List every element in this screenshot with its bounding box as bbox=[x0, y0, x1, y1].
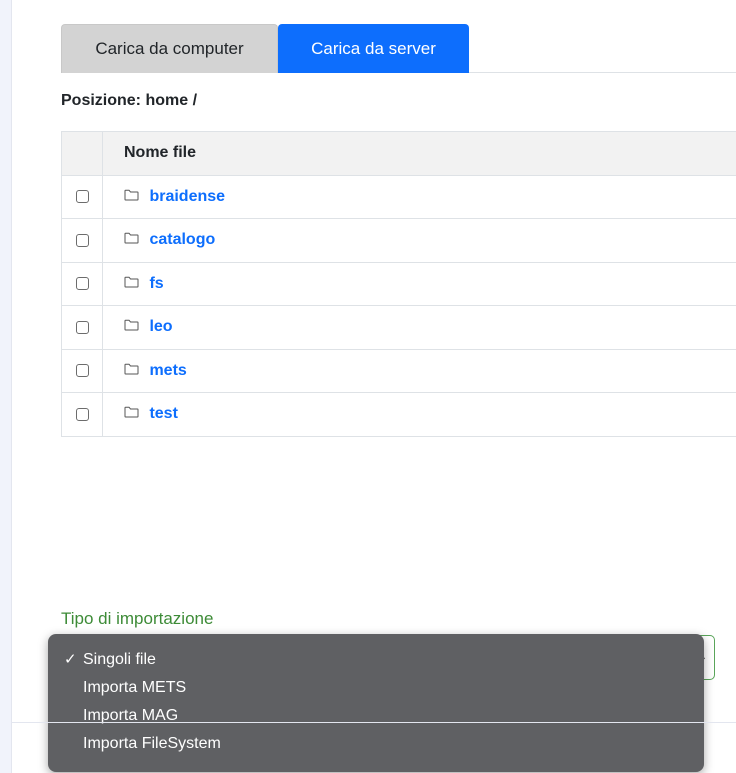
table-row: fs bbox=[61, 261, 736, 306]
row-checkbox[interactable] bbox=[75, 364, 89, 378]
upload-tabs: Carica da computer Carica da server bbox=[61, 24, 736, 73]
row-checkbox[interactable] bbox=[75, 233, 89, 247]
column-header-name: Nome file bbox=[102, 131, 736, 176]
tab-upload-from-computer[interactable]: Carica da computer bbox=[61, 24, 278, 73]
header-check-cell bbox=[61, 131, 103, 176]
row-name-cell: test bbox=[102, 392, 736, 437]
folder-icon bbox=[124, 363, 139, 375]
folder-link[interactable]: fs bbox=[149, 275, 163, 292]
row-checkbox[interactable] bbox=[75, 190, 89, 204]
breadcrumb: Posizione: home / bbox=[61, 92, 198, 109]
folder-link[interactable]: mets bbox=[149, 362, 186, 379]
folder-link[interactable]: braidense bbox=[149, 188, 225, 205]
checkmark-icon: ✓ bbox=[64, 651, 77, 668]
dropdown-option-singoli-file[interactable]: ✓ Singoli file bbox=[48, 647, 704, 675]
left-rail bbox=[0, 0, 11, 773]
folder-link[interactable]: catalogo bbox=[149, 231, 215, 248]
dropdown-option-importa-mets[interactable]: Importa METS bbox=[48, 675, 704, 703]
page: Carica da computer Carica da server Posi… bbox=[0, 0, 736, 773]
option-label: Importa METS bbox=[83, 679, 187, 696]
table-row: test bbox=[61, 392, 736, 437]
row-name-cell: leo bbox=[102, 305, 736, 350]
folder-icon bbox=[124, 232, 139, 244]
row-name-cell: mets bbox=[102, 348, 736, 393]
divider bbox=[11, 0, 12, 773]
import-type-dropdown-menu: ✓ Singoli file Importa METS Importa MAG … bbox=[48, 634, 704, 772]
row-checkbox[interactable] bbox=[75, 407, 89, 421]
dropdown-option-importa-filesystem[interactable]: Importa FileSystem bbox=[48, 731, 704, 759]
row-name-cell: fs bbox=[102, 261, 736, 306]
option-label: Importa FileSystem bbox=[83, 735, 221, 752]
table-row: mets bbox=[61, 348, 736, 393]
row-checkbox[interactable] bbox=[75, 320, 89, 334]
option-label: Singoli file bbox=[83, 651, 156, 668]
folder-icon bbox=[124, 319, 139, 331]
row-check-cell bbox=[61, 174, 103, 219]
row-check-cell bbox=[61, 218, 103, 263]
row-check-cell bbox=[61, 392, 103, 437]
folder-link[interactable]: leo bbox=[149, 318, 172, 335]
row-check-cell bbox=[61, 348, 103, 393]
table-row: braidense bbox=[61, 174, 736, 219]
row-check-cell bbox=[61, 305, 103, 350]
table-row: leo bbox=[61, 305, 736, 350]
table-header-row: Nome file bbox=[61, 131, 736, 176]
row-name-cell: braidense bbox=[102, 174, 736, 219]
folder-link[interactable]: test bbox=[149, 405, 177, 422]
import-type-label: Tipo di importazione bbox=[61, 609, 214, 628]
table-row: catalogo bbox=[61, 218, 736, 263]
folder-icon bbox=[124, 276, 139, 288]
row-check-cell bbox=[61, 261, 103, 306]
divider bbox=[12, 722, 736, 723]
file-table: Nome file braidense catalogo fs leo mets… bbox=[61, 131, 736, 437]
tab-upload-from-server[interactable]: Carica da server bbox=[278, 24, 469, 73]
folder-icon bbox=[124, 189, 139, 201]
dropdown-option-importa-mag[interactable]: Importa MAG bbox=[48, 703, 704, 731]
folder-icon bbox=[124, 406, 139, 418]
row-checkbox[interactable] bbox=[75, 277, 89, 291]
row-name-cell: catalogo bbox=[102, 218, 736, 263]
